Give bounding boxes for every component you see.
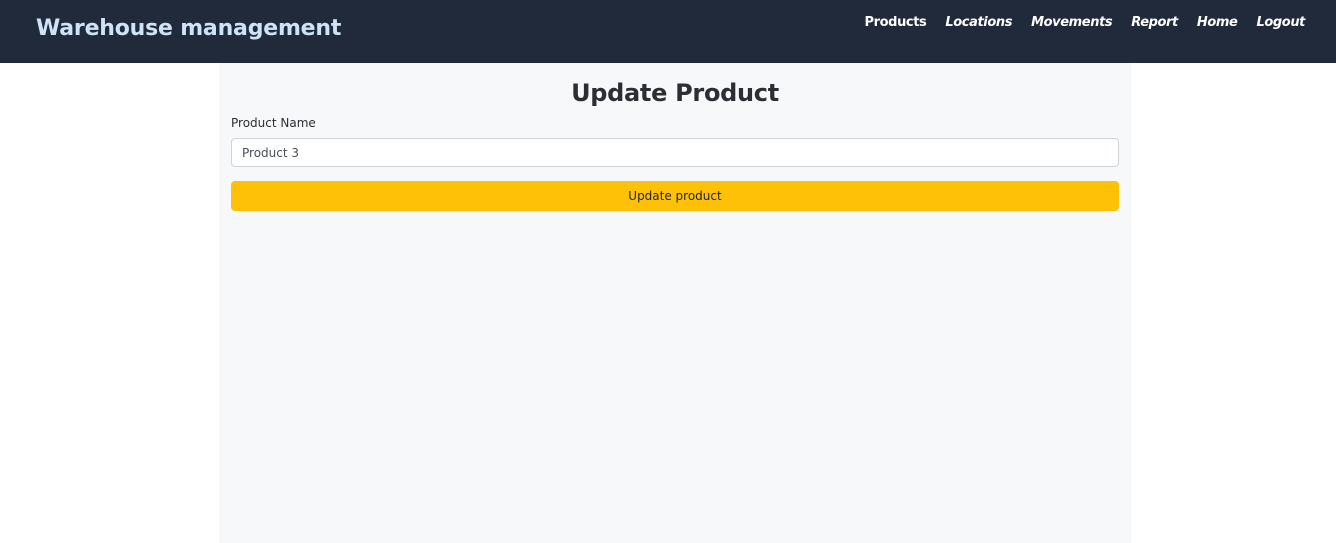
product-name-label: Product Name <box>231 116 316 130</box>
nav-links: Products Locations Movements Report Home… <box>865 14 1306 31</box>
nav-link-products[interactable]: Products <box>865 14 927 31</box>
update-product-panel: Update Product Product Name Update produ… <box>219 63 1131 543</box>
nav-link-logout[interactable]: Logout <box>1256 14 1305 31</box>
nav-link-home[interactable]: Home <box>1197 14 1238 31</box>
nav-link-locations[interactable]: Locations <box>945 14 1012 31</box>
brand-title[interactable]: Warehouse management <box>36 14 341 44</box>
nav-link-report[interactable]: Report <box>1131 14 1178 31</box>
nav-link-movements[interactable]: Movements <box>1031 14 1113 31</box>
product-name-input[interactable] <box>231 138 1119 167</box>
top-navbar: Warehouse management Products Locations … <box>0 0 1336 63</box>
update-product-button[interactable]: Update product <box>231 181 1119 211</box>
page-title: Update Product <box>571 79 779 107</box>
